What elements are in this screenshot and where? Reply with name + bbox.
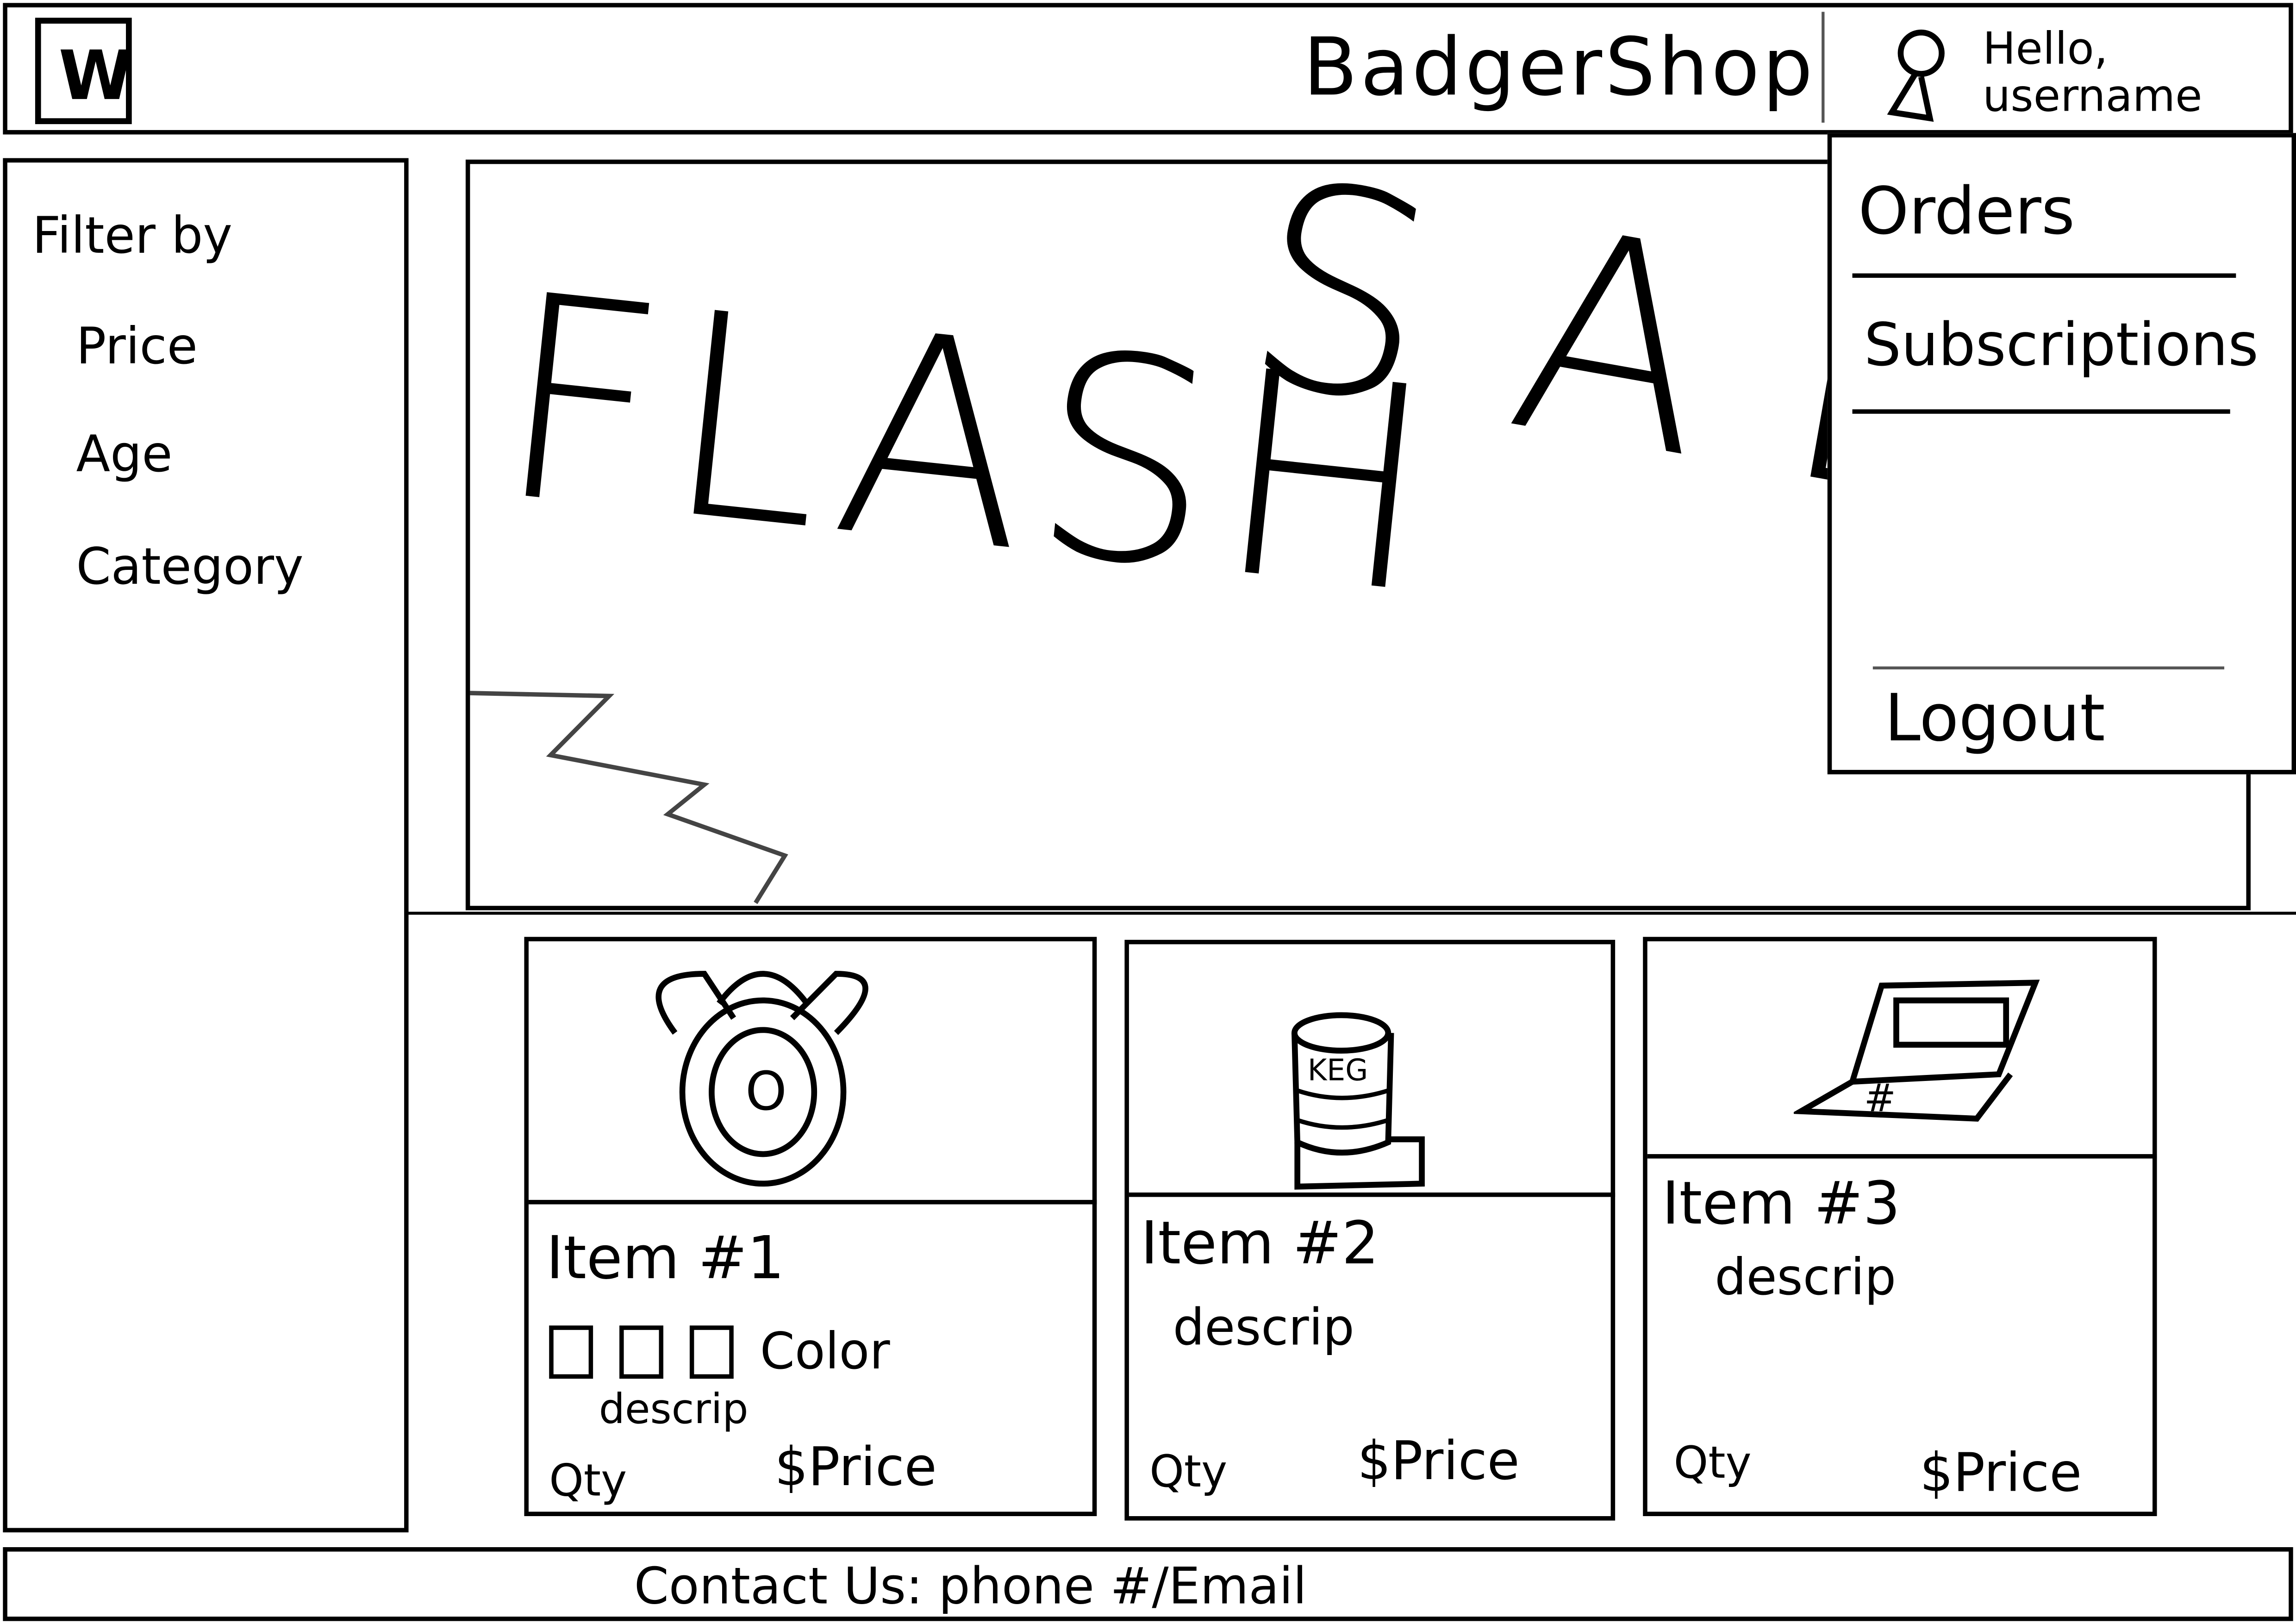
product-name: Item #1 — [546, 1225, 785, 1293]
quantity-selector[interactable]: Qty — [1149, 1447, 1227, 1499]
menu-divider — [1872, 666, 2225, 669]
menu-divider — [1852, 409, 2230, 414]
filter-sidebar — [3, 158, 409, 1533]
product-card[interactable]: # Item #3 descrip Qty $Price — [1643, 937, 2157, 1516]
product-price: $Price — [774, 1437, 937, 1499]
product-name: Item #2 — [1141, 1210, 1379, 1279]
color-label: Color — [760, 1322, 890, 1382]
keg-label: KEG — [1308, 1053, 1368, 1087]
logo[interactable]: W — [35, 18, 133, 125]
product-card[interactable]: O Item #1 Color descrip Qty $Price — [524, 937, 1097, 1516]
backpack-label: O — [745, 1061, 787, 1123]
color-swatch[interactable] — [549, 1325, 593, 1379]
lightning-icon — [470, 691, 788, 904]
product-name: Item #3 — [1662, 1170, 1901, 1238]
menu-item-orders[interactable]: Orders — [1858, 175, 2075, 250]
product-card[interactable]: KEG Item #2 descrip Qty $Price — [1124, 940, 1616, 1521]
product-description: descrip — [599, 1384, 749, 1434]
product-price: $Price — [1357, 1432, 1520, 1493]
user-menu-dropdown: Orders Subscriptions Logout — [1827, 133, 2296, 775]
product-price: $Price — [1920, 1443, 2082, 1505]
keg-icon: KEG — [1292, 1012, 1425, 1190]
laptop-icon: # — [1794, 980, 2040, 1122]
footer-bar: Contact Us: phone #/Email — [3, 1547, 2293, 1621]
content-divider — [407, 912, 2296, 915]
card-image-divider — [1129, 1192, 1616, 1197]
backpack-icon: O — [655, 971, 868, 1187]
menu-item-subscriptions[interactable]: Subscriptions — [1864, 312, 2259, 380]
site-title: BadgerShop — [1303, 20, 1816, 114]
product-description: descrip — [1173, 1299, 1354, 1358]
filter-heading: Filter by — [32, 206, 233, 266]
menu-item-logout[interactable]: Logout — [1884, 681, 2105, 757]
quantity-selector[interactable]: Qty — [549, 1455, 627, 1507]
filter-category[interactable]: Category — [76, 538, 303, 597]
filter-age[interactable]: Age — [76, 425, 172, 485]
quantity-selector[interactable]: Qty — [1674, 1438, 1752, 1490]
laptop-keyboard: # — [1864, 1076, 1896, 1120]
user-avatar-icon[interactable] — [1872, 26, 1965, 130]
filter-price[interactable]: Price — [76, 318, 197, 377]
footer-contact[interactable]: Contact Us: phone #/Email — [634, 1557, 1307, 1617]
color-swatch[interactable] — [619, 1325, 663, 1379]
product-description: descrip — [1715, 1249, 1897, 1308]
menu-divider — [1852, 273, 2236, 278]
user-greeting[interactable]: Hello, username — [1983, 26, 2202, 121]
card-image-divider — [1647, 1154, 2157, 1159]
greeting-username: username — [1983, 71, 2202, 123]
greeting-hello: Hello, — [1983, 24, 2108, 75]
card-image-divider — [528, 1199, 1097, 1205]
color-swatch[interactable] — [689, 1325, 734, 1379]
header-divider — [1822, 12, 1825, 123]
color-swatches: Color — [549, 1323, 890, 1382]
logo-text: W — [58, 35, 133, 115]
